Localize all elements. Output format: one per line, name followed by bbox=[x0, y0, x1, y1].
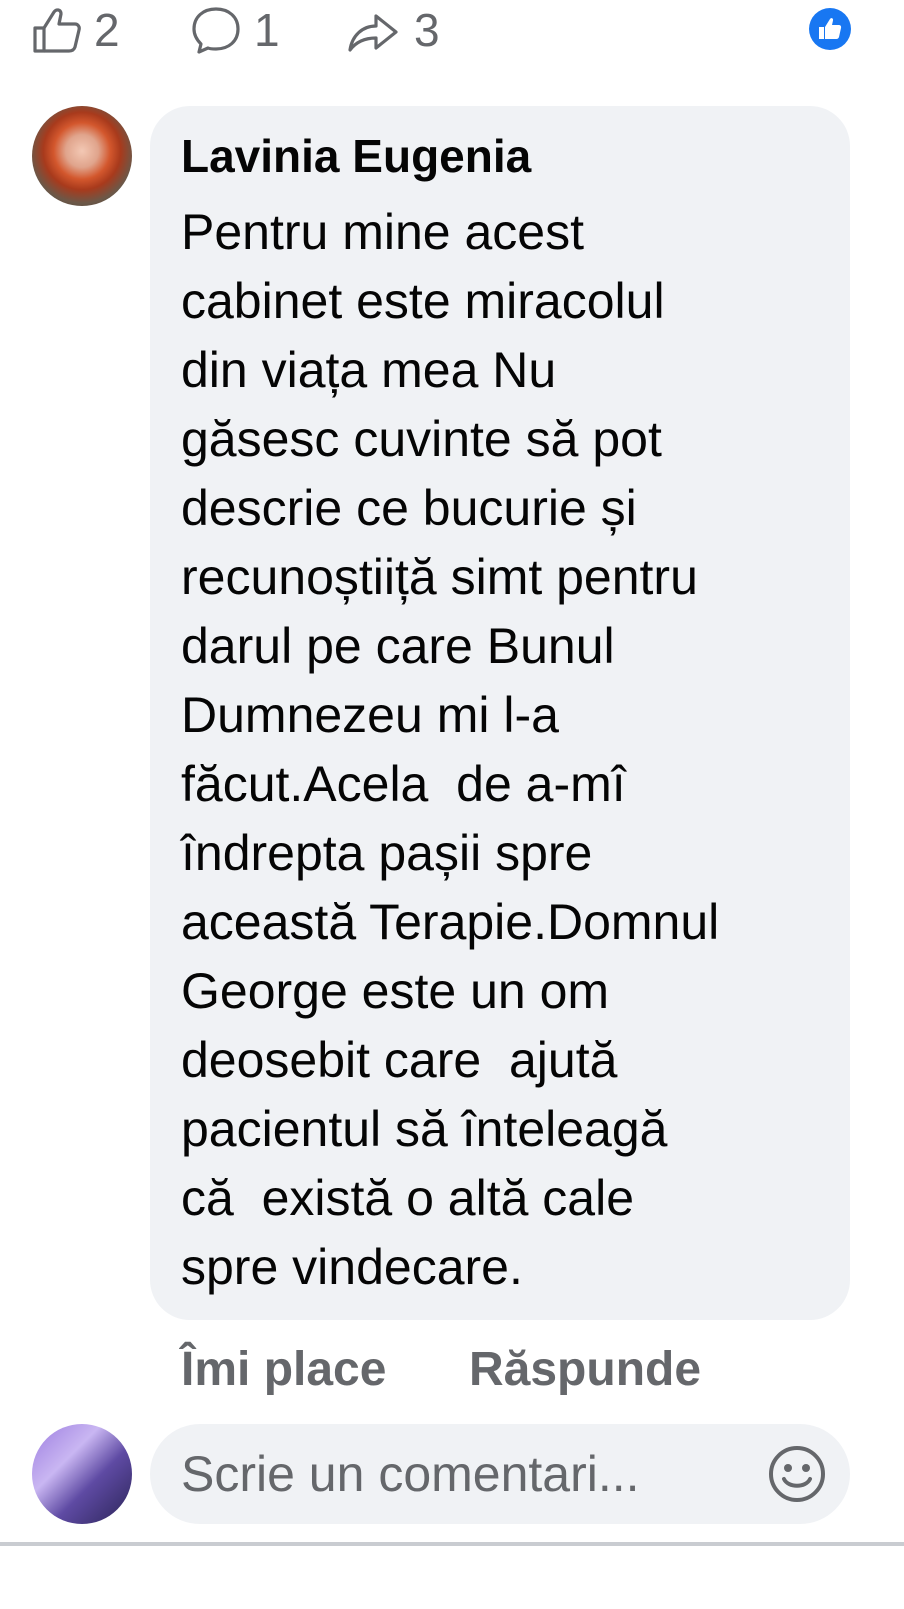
comment-line: găsesc cuvinte să pot bbox=[181, 411, 662, 467]
comment-line: pacientul să înteleagă bbox=[181, 1101, 668, 1157]
comment-line: darul pe care Bunul bbox=[181, 618, 615, 674]
comment-line: deosebit care ajută bbox=[181, 1032, 618, 1088]
share-arrow-icon bbox=[346, 6, 402, 54]
divider bbox=[0, 1542, 904, 1546]
comment-line: această Terapie.Domnul bbox=[181, 894, 720, 950]
share-count: 3 bbox=[414, 4, 440, 56]
comments-screen: 2 1 3 Lavinia Eugenia Pentru mine acest … bbox=[0, 0, 904, 1609]
comment-line: Dumnezeu mi l-a bbox=[181, 687, 559, 743]
comment-author[interactable]: Lavinia Eugenia bbox=[181, 130, 531, 182]
comment-reply-button[interactable]: Răspunde bbox=[469, 1340, 701, 1400]
comment-line: din viața mea Nu bbox=[181, 342, 557, 398]
comment-line: făcut.Acela de a-mî bbox=[181, 756, 626, 812]
comment-input[interactable] bbox=[150, 1424, 850, 1524]
smiley-icon[interactable] bbox=[767, 1444, 827, 1504]
like-reaction-icon[interactable] bbox=[809, 8, 851, 50]
commenter-avatar[interactable] bbox=[32, 106, 132, 206]
thumbs-up-icon bbox=[32, 6, 82, 54]
comment-action[interactable]: 1 bbox=[190, 0, 280, 60]
comment-line: spre vindecare. bbox=[181, 1239, 523, 1295]
post-action-bar: 2 1 3 bbox=[0, 0, 904, 60]
comment-count: 1 bbox=[254, 4, 280, 56]
like-count: 2 bbox=[94, 4, 120, 56]
like-action[interactable]: 2 bbox=[32, 0, 120, 60]
comment-line: Pentru mine acest bbox=[181, 204, 584, 260]
comment-line: îndrepta pașii spre bbox=[181, 825, 593, 881]
share-action[interactable]: 3 bbox=[346, 0, 440, 60]
comment-line: că există o altă cale bbox=[181, 1170, 635, 1226]
comment-line: George este un om bbox=[181, 963, 610, 1019]
comment-line: descrie ce bucurie și bbox=[181, 480, 637, 536]
speech-bubble-icon bbox=[190, 5, 242, 55]
comment-line: cabinet este miracolul bbox=[181, 273, 665, 329]
comment-like-button[interactable]: Îmi place bbox=[181, 1340, 386, 1400]
comment-line: recunoștiiță simt pentru bbox=[181, 549, 698, 605]
current-user-avatar[interactable] bbox=[32, 1424, 132, 1524]
